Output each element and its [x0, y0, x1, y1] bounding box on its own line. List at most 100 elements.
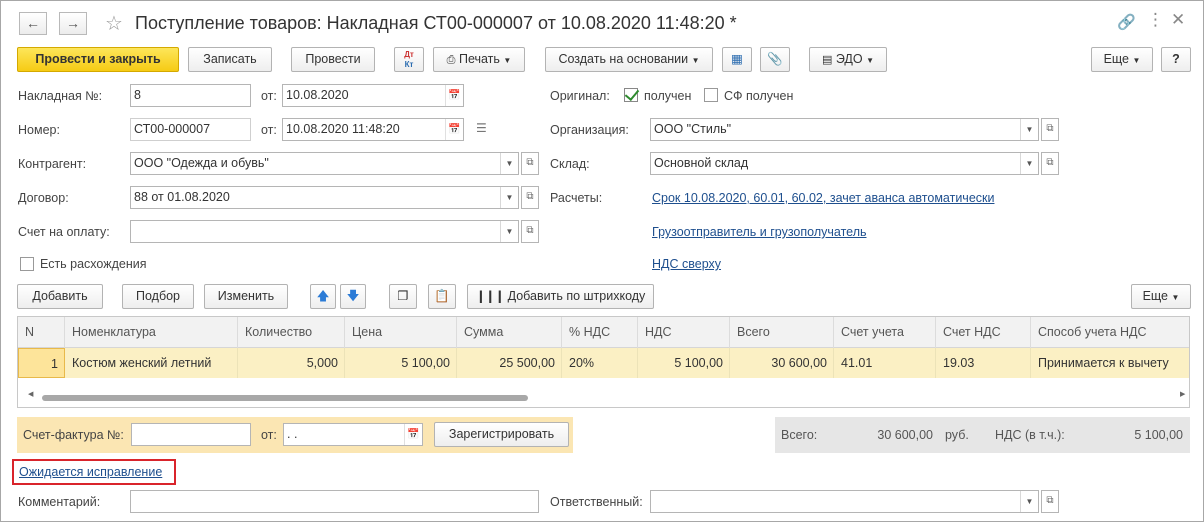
move-up-button[interactable]: 🡅 — [310, 284, 336, 309]
contract-value: 88 от 01.08.2020 — [134, 190, 230, 204]
table-cell[interactable]: 5 100,00 — [345, 348, 457, 378]
register-button[interactable]: Зарегистрировать — [434, 422, 569, 447]
chevron-down-icon[interactable]: ▼ — [500, 221, 518, 242]
shipper-link[interactable]: Грузоотправитель и грузополучатель — [652, 225, 867, 239]
scrollbar-thumb[interactable] — [42, 395, 528, 401]
calendar-icon[interactable]: 📅 — [404, 424, 422, 445]
help-button[interactable]: ? — [1161, 47, 1191, 72]
invoice-date-field[interactable]: 10.08.2020 📅 — [282, 84, 464, 107]
table-cell[interactable]: 25 500,00 — [457, 348, 562, 378]
close-icon[interactable]: ✕ — [1171, 10, 1185, 30]
forward-button[interactable]: → — [59, 12, 87, 35]
open-organization-button[interactable]: ⧉ — [1041, 118, 1059, 141]
post-button[interactable]: Провести — [291, 47, 375, 72]
dt-kt-button[interactable]: Дт Кт — [394, 47, 424, 72]
comment-lines-icon[interactable]: ☰ — [476, 121, 487, 135]
table-cell[interactable]: Принимается к вычету — [1031, 348, 1189, 378]
table-cell[interactable]: 5 100,00 — [638, 348, 730, 378]
contract-field[interactable]: 88 от 01.08.2020 ▼ — [130, 186, 519, 209]
table-cell[interactable]: 30 600,00 — [730, 348, 834, 378]
chevron-down-icon[interactable]: ▼ — [500, 187, 518, 208]
link-icon[interactable]: 🔗 — [1117, 13, 1136, 31]
column-header[interactable]: НДС — [638, 317, 730, 348]
more-vertical-icon[interactable]: ⋮ — [1147, 10, 1164, 30]
invoice-bar-number-field[interactable] — [131, 423, 251, 446]
paperclip-icon: 📎 — [767, 52, 783, 66]
column-header[interactable]: Счет НДС — [936, 317, 1031, 348]
scroll-left-icon[interactable]: ◀ — [28, 390, 33, 398]
column-header[interactable]: Сумма — [457, 317, 562, 348]
add-by-barcode-button[interactable]: ❙❙❙ Добавить по штрихкоду — [467, 284, 654, 309]
copy-button[interactable]: ❐ — [389, 284, 417, 309]
save-button[interactable]: Записать — [188, 47, 272, 72]
move-down-button[interactable]: 🡇 — [340, 284, 366, 309]
post-and-close-button[interactable]: Провести и закрыть — [17, 47, 179, 72]
chevron-down-icon[interactable]: ▼ — [1020, 153, 1038, 174]
column-header[interactable]: Номенклатура — [65, 317, 238, 348]
column-header[interactable]: Всего — [730, 317, 834, 348]
invoice-bar-date-value: . . — [287, 427, 298, 441]
table-cell[interactable]: 5,000 — [238, 348, 345, 378]
payment-field[interactable]: ▼ — [130, 220, 519, 243]
counterparty-label: Контрагент: — [18, 157, 87, 171]
favorite-star-icon[interactable]: ☆ — [105, 11, 123, 36]
create-based-button[interactable]: Создать на основании ▼ — [545, 47, 713, 72]
open-payment-button[interactable]: ⧉ — [521, 220, 539, 243]
column-header[interactable]: N — [18, 317, 65, 348]
more-button[interactable]: Еще ▼ — [1091, 47, 1153, 72]
number-field[interactable]: СТ00-000007 — [130, 118, 251, 141]
table-row[interactable]: 1 Костюм женский летний 5,000 5 100,00 2… — [18, 348, 1189, 378]
back-button[interactable]: ← — [19, 12, 47, 35]
horizontal-scrollbar[interactable]: ◀ ▶ — [28, 390, 1186, 403]
column-header[interactable]: Способ учета НДС — [1031, 317, 1189, 348]
open-counterparty-button[interactable]: ⧉ — [521, 152, 539, 175]
sf-received-checkbox[interactable] — [704, 88, 718, 102]
warehouse-field[interactable]: Основной склад ▼ — [650, 152, 1039, 175]
column-header[interactable]: % НДС — [562, 317, 638, 348]
table-cell[interactable]: 1 — [18, 348, 65, 378]
calendar-icon[interactable]: 📅 — [445, 85, 463, 106]
chevron-down-icon[interactable]: ▼ — [1020, 119, 1038, 140]
invoice-bar-date-field[interactable]: . . 📅 — [283, 423, 423, 446]
table-cell[interactable]: 20% — [562, 348, 638, 378]
chevron-down-icon[interactable]: ▼ — [500, 153, 518, 174]
select-button[interactable]: Подбор — [122, 284, 194, 309]
number-date-field[interactable]: 10.08.2020 11:48:20 📅 — [282, 118, 464, 141]
add-row-button[interactable]: Добавить — [17, 284, 103, 309]
chevron-down-icon[interactable]: ▼ — [1020, 491, 1038, 512]
table-more-button[interactable]: Еще ▼ — [1131, 284, 1191, 309]
print-button[interactable]: ⎙ Печать ▼ — [433, 47, 525, 72]
counterparty-field[interactable]: ООО "Одежда и обувь" ▼ — [130, 152, 519, 175]
table-more-label: Еще — [1142, 289, 1169, 303]
invoice-bar: Счет-фактура №: от: . . 📅 Зарегистрирова… — [17, 417, 573, 453]
edo-button[interactable]: ▤ ЭДО ▼ — [809, 47, 887, 72]
original-label: Оригинал: — [550, 89, 610, 103]
invoice-number-field[interactable]: 8 — [130, 84, 251, 107]
received-checkbox[interactable] — [624, 88, 638, 102]
arrow-left-icon: ← — [26, 15, 40, 31]
table-cell[interactable]: 41.01 — [834, 348, 936, 378]
structure-button[interactable]: ▦ — [722, 47, 752, 72]
organization-field[interactable]: ООО "Стиль" ▼ — [650, 118, 1039, 141]
paste-button[interactable]: 📋 — [428, 284, 456, 309]
table-cell[interactable]: 19.03 — [936, 348, 1031, 378]
attach-button[interactable]: 📎 — [760, 47, 790, 72]
column-header[interactable]: Счет учета — [834, 317, 936, 348]
discrepancy-checkbox[interactable] — [20, 257, 34, 271]
awaiting-correction-link[interactable]: Ожидается исправление — [19, 465, 162, 479]
scroll-right-icon[interactable]: ▶ — [1180, 390, 1185, 398]
edit-button[interactable]: Изменить — [204, 284, 288, 309]
responsible-field[interactable]: ▼ — [650, 490, 1039, 513]
column-header[interactable]: Количество — [238, 317, 345, 348]
goods-table[interactable]: N Номенклатура Количество Цена Сумма % Н… — [17, 316, 1190, 408]
settlements-link[interactable]: Срок 10.08.2020, 60.01, 60.02, зачет ава… — [652, 191, 994, 205]
column-header[interactable]: Цена — [345, 317, 457, 348]
open-contract-button[interactable]: ⧉ — [521, 186, 539, 209]
comment-field[interactable] — [130, 490, 539, 513]
table-cell[interactable]: Костюм женский летний — [65, 348, 238, 378]
open-warehouse-button[interactable]: ⧉ — [1041, 152, 1059, 175]
vat-on-top-link[interactable]: НДС сверху — [652, 257, 721, 271]
chevron-down-icon: ▼ — [691, 56, 700, 65]
calendar-icon[interactable]: 📅 — [445, 119, 463, 140]
open-responsible-button[interactable]: ⧉ — [1041, 490, 1059, 513]
